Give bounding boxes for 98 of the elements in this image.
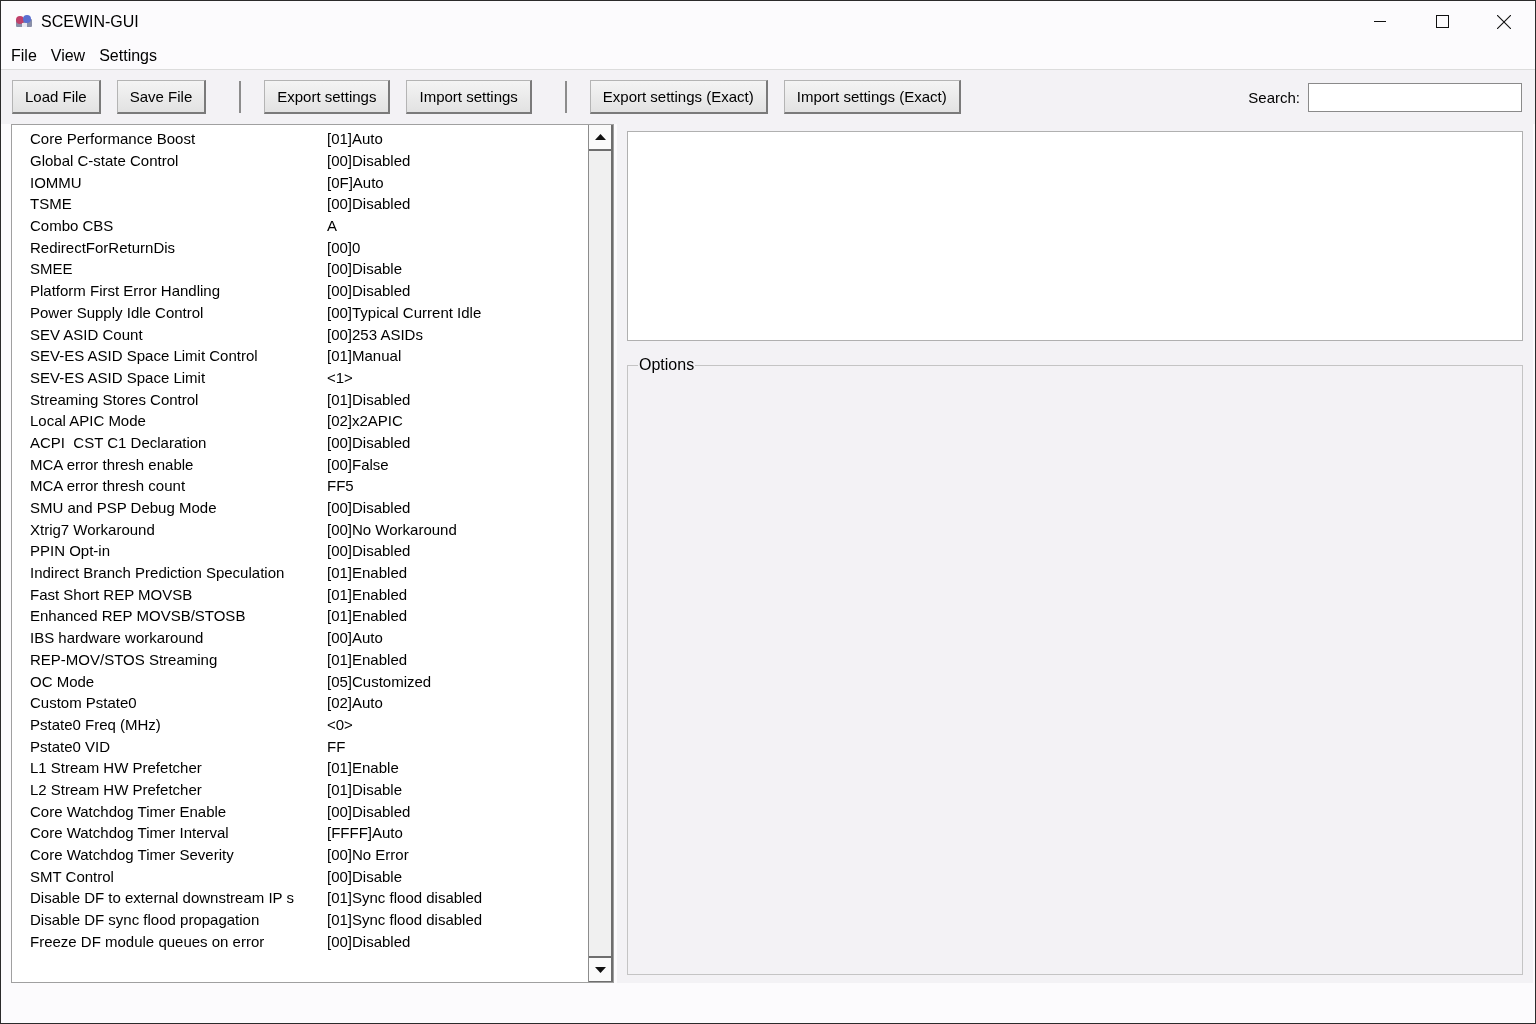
setting-value[interactable]: [00]Disabled <box>327 152 411 170</box>
app-icon <box>15 14 33 29</box>
setting-value[interactable]: [01]Enabled <box>327 607 408 625</box>
toolbar-button[interactable]: Import settings <box>406 80 532 114</box>
setting-value[interactable]: [00]253 ASIDs <box>327 325 423 343</box>
menu-item[interactable]: Settings <box>92 44 164 67</box>
setting-name[interactable]: MCA error thresh enable <box>30 455 327 473</box>
setting-name[interactable]: Global C-state Control <box>30 152 327 170</box>
setting-name[interactable]: Custom Pstate0 <box>30 694 327 712</box>
setting-value[interactable]: [00]Disabled <box>327 499 411 517</box>
setting-name[interactable]: OC Mode <box>30 672 327 690</box>
setting-name[interactable]: IOMMU <box>30 173 327 191</box>
search-label: Search: <box>1248 88 1300 106</box>
setting-name[interactable]: Disable DF to external downstream IP s <box>30 889 327 907</box>
setting-value[interactable]: [FFFF]Auto <box>327 824 403 842</box>
setting-name[interactable]: SEV-ES ASID Space Limit <box>30 368 327 386</box>
setting-value[interactable]: [00]Typical Current Idle <box>327 303 482 321</box>
setting-value[interactable]: FF <box>327 737 346 755</box>
down-triangle-icon <box>594 966 606 973</box>
setting-value[interactable]: [01]Enable <box>327 759 399 777</box>
setting-name[interactable]: Enhanced REP MOVSB/STOSB <box>30 607 327 625</box>
setting-value[interactable]: [00]0 <box>327 238 361 256</box>
setting-name[interactable]: SMU and PSP Debug Mode <box>30 499 327 517</box>
up-triangle-icon <box>594 134 606 140</box>
setting-name[interactable]: IBS hardware workaround <box>30 629 327 647</box>
setting-name[interactable]: SMT Control <box>30 867 327 885</box>
setting-name[interactable]: Core Performance Boost <box>30 130 327 148</box>
setting-value[interactable]: [01]Enabled <box>327 564 408 582</box>
setting-value[interactable]: [01]Enabled <box>327 650 408 668</box>
setting-name[interactable]: Pstate0 VID <box>30 737 327 755</box>
setting-value[interactable]: [00]Disabled <box>327 195 411 213</box>
setting-name[interactable]: Pstate0 Freq (MHz) <box>30 715 327 733</box>
setting-name[interactable]: L2 Stream HW Prefetcher <box>30 780 327 798</box>
setting-name[interactable]: MCA error thresh count <box>30 477 327 495</box>
search-field[interactable] <box>1308 82 1522 112</box>
setting-value[interactable]: [00]Disabled <box>327 542 411 560</box>
setting-name[interactable]: Combo CBS <box>30 217 327 235</box>
setting-value[interactable]: [00]False <box>327 455 389 473</box>
setting-name[interactable]: RedirectForReturnDis <box>30 238 327 256</box>
setting-name[interactable]: Freeze DF module queues on error <box>30 932 327 950</box>
group-title: Options <box>638 356 696 374</box>
maximize-icon <box>1435 15 1449 28</box>
setting-name[interactable]: Indirect Branch Prediction Speculation <box>30 564 327 582</box>
setting-name[interactable]: Streaming Stores Control <box>30 390 327 408</box>
toolbar-button[interactable]: Load File <box>12 80 101 114</box>
setting-name[interactable]: Core Watchdog Timer Interval <box>30 824 327 842</box>
setting-value[interactable]: [00]Disabled <box>327 932 411 950</box>
setting-name[interactable]: Core Watchdog Timer Enable <box>30 802 327 820</box>
setting-value[interactable]: [00]No Workaround <box>327 520 457 538</box>
setting-name[interactable]: Disable DF sync flood propagation <box>30 911 327 929</box>
toolbar-button[interactable]: Export settings (Exact) <box>589 80 768 114</box>
setting-name[interactable]: SMEE <box>30 260 327 278</box>
setting-value[interactable]: [01]Manual <box>327 347 402 365</box>
setting-value[interactable]: FF5 <box>327 477 354 495</box>
setting-value[interactable]: [00]Disable <box>327 867 403 885</box>
setting-name[interactable]: TSME <box>30 195 327 213</box>
setting-name[interactable]: Local APIC Mode <box>30 412 327 430</box>
setting-name[interactable]: REP-MOV/STOS Streaming <box>30 650 327 668</box>
setting-value[interactable]: [01]Enabled <box>327 585 408 603</box>
setting-value[interactable]: A <box>327 217 337 235</box>
menu-item[interactable]: View <box>43 44 93 67</box>
setting-value[interactable]: [00]Auto <box>327 629 383 647</box>
setting-name[interactable]: Power Supply Idle Control <box>30 303 327 321</box>
scrollbar[interactable] <box>588 125 613 982</box>
scroll-up-button[interactable] <box>589 125 611 151</box>
close-icon <box>1497 14 1511 29</box>
setting-value[interactable]: [00]Disabled <box>327 282 411 300</box>
setting-value[interactable]: [01]Auto <box>327 130 383 148</box>
setting-name[interactable]: SEV-ES ASID Space Limit Control <box>30 347 327 365</box>
setting-value[interactable]: [0F]Auto <box>327 173 384 191</box>
setting-value[interactable]: [00]Disabled <box>327 802 411 820</box>
setting-value[interactable]: [00]Disable <box>327 260 403 278</box>
scroll-down-button[interactable] <box>589 956 611 982</box>
setting-value[interactable]: [00]No Error <box>327 846 409 864</box>
setting-name[interactable]: Fast Short REP MOVSB <box>30 585 327 603</box>
setting-value[interactable]: [05]Customized <box>327 672 432 690</box>
setting-value[interactable]: [00]Disabled <box>327 433 411 451</box>
setting-name[interactable]: Platform First Error Handling <box>30 282 327 300</box>
setting-name[interactable]: Xtrig7 Workaround <box>30 520 327 538</box>
minimize-icon <box>1374 21 1386 22</box>
toolbar-button[interactable]: Import settings (Exact) <box>783 80 961 114</box>
setting-name[interactable]: SEV ASID Count <box>30 325 327 343</box>
setting-name[interactable]: ACPI CST C1 Declaration <box>30 433 327 451</box>
setting-name[interactable]: Core Watchdog Timer Severity <box>30 846 327 864</box>
toolbar-button[interactable]: Save File <box>116 80 207 114</box>
setting-value[interactable]: [02]x2APIC <box>327 412 403 430</box>
menu-item[interactable]: File <box>4 44 44 67</box>
setting-name[interactable]: PPIN Opt-in <box>30 542 327 560</box>
setting-value[interactable]: [01]Sync flood disabled <box>327 889 483 907</box>
setting-value[interactable]: <0> <box>327 715 353 733</box>
setting-value[interactable]: [02]Auto <box>327 694 383 712</box>
setting-value[interactable]: [01]Sync flood disabled <box>327 911 483 929</box>
setting-name[interactable]: L1 Stream HW Prefetcher <box>30 759 327 777</box>
setting-value[interactable]: [01]Disabled <box>327 390 411 408</box>
setting-value[interactable]: [01]Disable <box>327 780 403 798</box>
setting-value[interactable]: <1> <box>327 368 353 386</box>
toolbar-button[interactable]: Export settings <box>264 80 391 114</box>
window-title: SCEWIN-GUI <box>41 12 139 31</box>
